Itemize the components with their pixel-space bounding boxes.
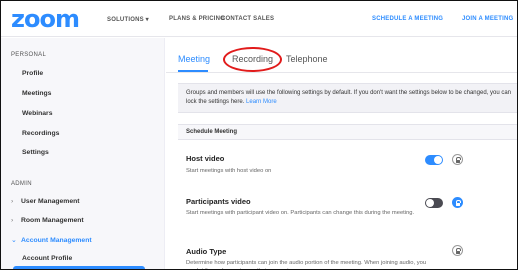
tab-divider — [166, 72, 517, 73]
zoom-logo[interactable]: zoom — [11, 7, 80, 31]
sidebar-item-profile[interactable]: Profile — [22, 70, 43, 77]
nav-plans-pricing[interactable]: PLANS & PRICING — [169, 16, 225, 22]
sidebar-item-webinars[interactable]: Webinars — [22, 110, 52, 117]
setting-title-host-video: Host video — [186, 154, 225, 163]
sidebar-item-settings[interactable]: Settings — [22, 149, 49, 156]
lock-icon[interactable] — [452, 154, 463, 165]
setting-desc-host-video: Start meetings with host video on — [186, 168, 272, 174]
sidebar-section-personal: PERSONAL — [11, 52, 47, 58]
recording-tab-highlight-circle — [223, 47, 282, 72]
sidebar-item-room-management[interactable]: › Room Management — [11, 217, 84, 224]
setting-title-participants-video: Participants video — [186, 197, 251, 206]
sidebar: PERSONAL Profile Meetings Webinars Recor… — [1, 38, 165, 269]
setting-desc-audio-type: Determine how participants can join the … — [186, 260, 427, 269]
nav-join-meeting[interactable]: JOIN A MEETING — [462, 16, 513, 22]
sidebar-active-item-highlight[interactable] — [13, 266, 145, 269]
sidebar-item-meetings[interactable]: Meetings — [22, 90, 51, 97]
host-video-toggle[interactable] — [425, 155, 443, 165]
sidebar-item-account-management[interactable]: ⌄ Account Management — [11, 236, 92, 244]
participants-video-toggle[interactable] — [425, 198, 443, 208]
setting-title-audio-type: Audio Type — [186, 247, 227, 256]
section-header-schedule-meeting: Schedule Meeting — [178, 124, 517, 140]
top-navigation-bar: zoom SOLUTIONS ▾ PLANS & PRICING CONTACT… — [1, 1, 517, 37]
chevron-right-icon: › — [11, 217, 14, 224]
sidebar-item-label: Account Management — [21, 237, 92, 244]
lock-icon[interactable] — [452, 245, 463, 256]
zoom-settings-window: zoom SOLUTIONS ▾ PLANS & PRICING CONTACT… — [0, 0, 518, 270]
sidebar-item-label: User Management — [21, 198, 80, 205]
tab-telephone[interactable]: Telephone — [286, 54, 328, 64]
setting-desc-participants-video: Start meetings with participant video on… — [186, 210, 415, 216]
toggle-knob — [426, 199, 434, 207]
sidebar-item-label: Room Management — [21, 217, 84, 224]
chevron-right-icon: › — [11, 198, 14, 205]
nav-solutions[interactable]: SOLUTIONS ▾ — [107, 16, 149, 23]
settings-main-panel: Meeting Recording Telephone Groups and m… — [166, 38, 517, 269]
sidebar-item-user-management[interactable]: › User Management — [11, 198, 80, 205]
tab-meeting[interactable]: Meeting — [178, 54, 210, 64]
learn-more-link[interactable]: Learn More — [246, 99, 277, 105]
nav-schedule-meeting[interactable]: SCHEDULE A MEETING — [372, 16, 443, 22]
sidebar-item-account-profile[interactable]: Account Profile — [22, 255, 72, 262]
sidebar-item-recordings[interactable]: Recordings — [22, 130, 59, 137]
info-text: Groups and members will use the followin… — [186, 90, 512, 105]
nav-contact-sales[interactable]: CONTACT SALES — [221, 16, 274, 22]
toggle-knob — [434, 156, 442, 164]
settings-info-box: Groups and members will use the followin… — [178, 83, 517, 113]
sidebar-section-admin: ADMIN — [11, 181, 32, 187]
chevron-down-icon: ⌄ — [11, 237, 17, 244]
lock-icon[interactable] — [452, 197, 463, 208]
